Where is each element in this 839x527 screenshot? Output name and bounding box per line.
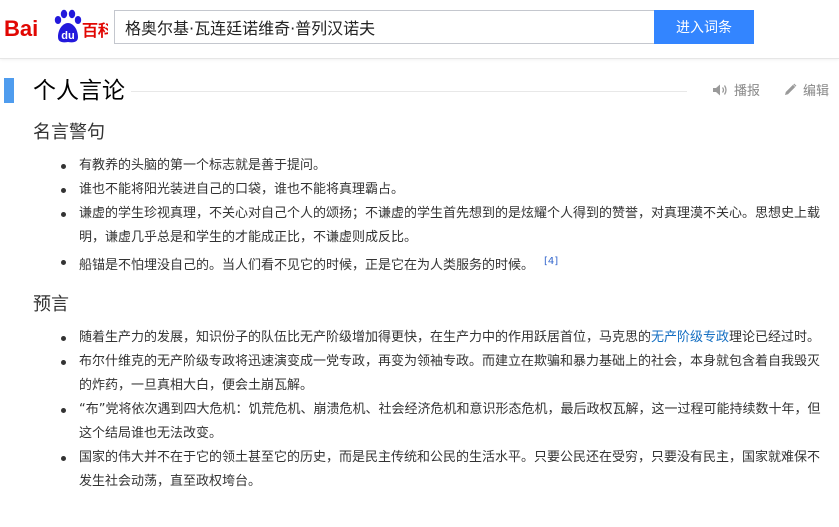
list-item-text: 谁也不能将阳光装进自己的口袋，谁也不能将真理霸占。 [79,182,405,197]
list-item-text: 理论已经过时。 [729,330,821,345]
baidu-logo-graphic: Bai du 百科 [4,9,108,43]
quotes-list: 有教养的头脑的第一个标志就是善于提问。 谁也不能将阳光装进自己的口袋，谁也不能将… [58,154,826,278]
section-title: 个人言论 [33,78,125,104]
subsection-title-predictions: 预言 [33,294,69,315]
bullet-icon [61,408,66,413]
list-item-text: 谦虚的学生珍视真理，不关心对自己个人的颂扬；不谦虚的学生首先想到的是炫耀个人得到… [79,206,821,245]
speaker-icon [712,83,728,97]
bullet-icon [61,212,66,217]
edit-button[interactable]: 编辑 [784,80,829,99]
bullet-icon [61,336,66,341]
paw-icon: du [54,9,82,43]
list-item: 谦虚的学生珍视真理，不关心对自己个人的颂扬；不谦虚的学生首先想到的是炫耀个人得到… [58,202,826,250]
list-item-text: 有教养的头脑的第一个标志就是善于提问。 [79,158,327,173]
enter-entry-button[interactable]: 进入词条 [654,10,754,44]
bullet-icon [61,360,66,365]
pencil-icon [784,83,797,96]
list-item-text: 布尔什维克的无产阶级专政将迅速演变成一党专政，再变为领袖专政。而建立在欺骗和暴力… [79,354,821,393]
list-item: 有教养的头脑的第一个标志就是善于提问。 [58,154,826,178]
list-item: 谁也不能将阳光装进自己的口袋，谁也不能将真理霸占。 [58,178,826,202]
section-accent-bar [4,78,14,103]
logo-paw-text: du [61,30,74,42]
search-input[interactable] [114,10,654,44]
list-item-text: 随着生产力的发展，知识份子的队伍比无产阶级增加得更快，在生产力中的作用跃居首位，… [79,330,652,345]
bullet-icon [61,260,66,265]
predictions-list: 随着生产力的发展，知识份子的队伍比无产阶级增加得更快，在生产力中的作用跃居首位，… [58,326,826,494]
edit-label: 编辑 [803,84,830,99]
list-item-text: “布”党将依次遇到四大危机：饥荒危机、崩溃危机、社会经济危机和意识形态危机，最后… [79,402,821,441]
top-header: Bai du 百科 进入词条 [0,0,839,59]
list-item: “布”党将依次遇到四大危机：饥荒危机、崩溃危机、社会经济危机和意识形态危机，最后… [58,398,826,446]
bullet-icon [61,164,66,169]
list-item: 船锚是不怕埋没自己的。当人们看不见它的时候，正是它在为人类服务的时候。 [4] [58,250,826,278]
logo-text-left: Bai [4,16,38,41]
broadcast-button[interactable]: 播报 [712,80,760,99]
list-item-text: 国家的伟大并不在于它的领土甚至它的历史，而是民主传统和公民的生活水平。只要公民还… [79,450,821,489]
list-item: 布尔什维克的无产阶级专政将迅速演变成一党专政，再变为领袖专政。而建立在欺骗和暴力… [58,350,826,398]
bullet-icon [61,456,66,461]
list-item: 国家的伟大并不在于它的领土甚至它的历史，而是民主传统和公民的生活水平。只要公民还… [58,446,826,494]
broadcast-label: 播报 [734,84,761,99]
subsection-title-quotes: 名言警句 [33,122,105,143]
section-divider [131,91,687,92]
list-item-text: 船锚是不怕埋没自己的。当人们看不见它的时候，正是它在为人类服务的时候。 [79,258,535,273]
logo-text-right: 百科 [82,21,108,40]
list-item: 随着生产力的发展，知识份子的队伍比无产阶级增加得更快，在生产力中的作用跃居首位，… [58,326,826,350]
dictatorship-of-proletariat-link[interactable]: 无产阶级专政 [651,330,729,345]
bullet-icon [61,188,66,193]
reference-link[interactable]: [4] [544,256,558,267]
baidu-baike-logo[interactable]: Bai du 百科 [4,7,108,47]
